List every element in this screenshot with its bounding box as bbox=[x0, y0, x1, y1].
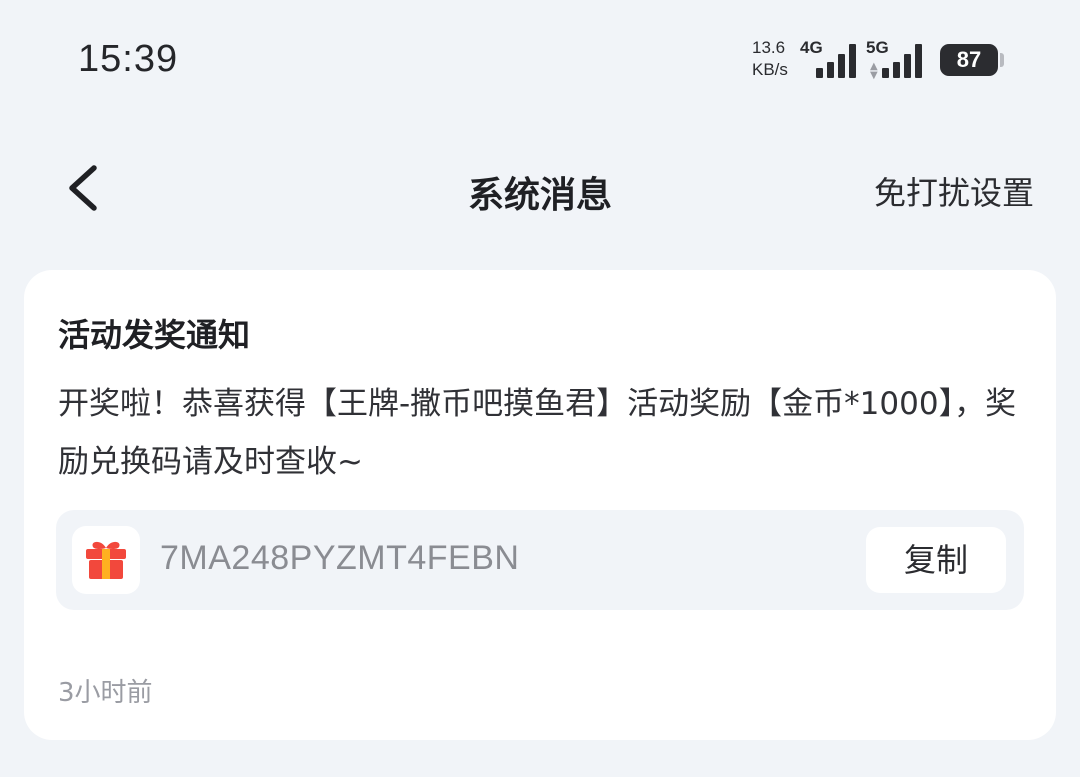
status-bar: 15:39 13.6 KB/s 4G 5G ▲ ▼ 87 bbox=[0, 0, 1080, 120]
copy-button[interactable]: 复制 bbox=[866, 527, 1006, 593]
sim1-network-label: 4G bbox=[800, 38, 823, 57]
clock: 15:39 bbox=[78, 38, 179, 80]
redeem-code: 7MA248PYZMT4FEBN bbox=[160, 539, 520, 577]
battery-level: 87 bbox=[956, 47, 982, 72]
redeem-code-box: 7MA248PYZMT4FEBN 复制 bbox=[56, 510, 1024, 610]
gift-icon bbox=[86, 541, 126, 579]
message-card: 活动发奖通知 开奖啦！恭喜获得【王牌-撒币吧摸鱼君】活动奖励【金币*1000】，… bbox=[24, 270, 1056, 740]
nav-bar: 系统消息 免打扰设置 bbox=[0, 140, 1080, 236]
network-speed-value: 13.6 bbox=[752, 38, 786, 57]
battery-icon: 87 bbox=[940, 44, 998, 76]
network-speed: 13.6 KB/s bbox=[752, 37, 802, 81]
message-timestamp: 3小时前 bbox=[58, 678, 153, 708]
dnd-settings-button[interactable]: 免打扰设置 bbox=[874, 168, 1034, 214]
message-title: 活动发奖通知 bbox=[58, 316, 251, 354]
sim2-network-label: 5G bbox=[866, 38, 889, 57]
message-body: 开奖啦！恭喜获得【王牌-撒币吧摸鱼君】活动奖励【金币*1000】，奖励兑换码请及… bbox=[58, 386, 1017, 480]
data-activity-icon: ▲ ▼ bbox=[870, 61, 878, 81]
battery-tip bbox=[1000, 53, 1004, 67]
sim1-signal-icon: 4G bbox=[800, 38, 864, 80]
gift-icon-container bbox=[72, 526, 140, 594]
sim2-signal-icon: 5G ▲ ▼ bbox=[866, 38, 930, 81]
network-speed-unit: KB/s bbox=[752, 60, 788, 79]
